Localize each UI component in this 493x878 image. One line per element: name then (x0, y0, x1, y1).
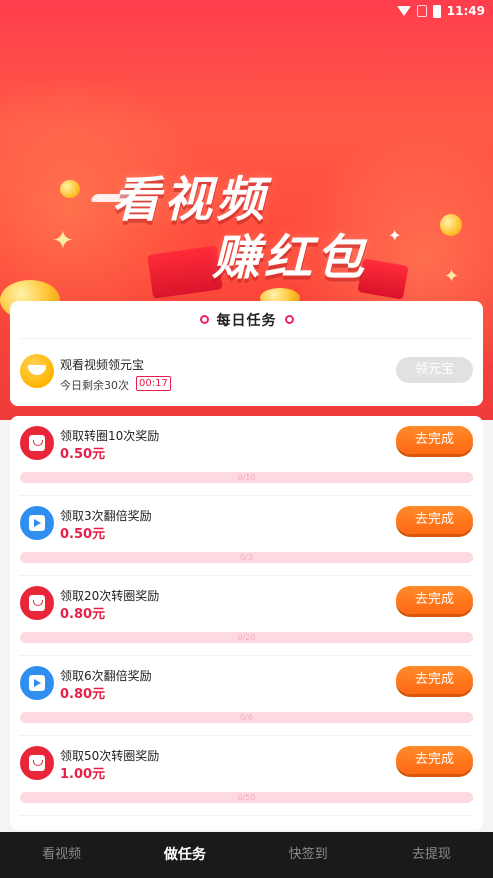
countdown-timer: 00:17 (136, 376, 171, 391)
go-complete-button[interactable]: 去完成 (396, 586, 473, 614)
daily-task-card: 每日任务 观看视频领元宝 今日剩余30次 00:17 领元宝 (10, 301, 483, 406)
wifi-icon (396, 6, 411, 16)
coin-icon (60, 180, 80, 198)
task-progress-label: 0/6 (240, 713, 253, 722)
hero-title-line2: 赚红包 (212, 230, 369, 286)
nav-tab[interactable]: 做任务 (123, 832, 246, 878)
task-progress-label: 0/10 (237, 473, 256, 482)
task-progress-bar: 0/6 (20, 712, 473, 723)
go-complete-button[interactable]: 去完成 (396, 506, 473, 534)
daily-task-title: 每日任务 (216, 312, 277, 329)
task-name: 领取转圈10次奖励 (60, 429, 160, 443)
task-progress-bar: 0/50 (20, 792, 473, 803)
task-progress-bar: 0/3 (20, 552, 473, 563)
task-item: 领取50次转圈奖励 1.00元 去完成 0/50 (20, 736, 473, 816)
task-name: 领取50次转圈奖励 (60, 749, 160, 763)
task-reward: 0.50元 (60, 527, 106, 542)
task-progress-bar: 0/10 (20, 472, 473, 483)
gold-ingot-icon (20, 354, 54, 388)
task-reward: 0.80元 (60, 687, 106, 702)
red-packet-icon (20, 426, 54, 460)
dot-icon (284, 315, 294, 324)
task-reward: 0.50元 (60, 447, 106, 462)
go-complete-button[interactable]: 去完成 (396, 746, 473, 774)
bottom-nav: 看视频 做任务 快签到 去提现 (0, 832, 493, 878)
daily-task-name: 观看视频领元宝 (60, 358, 145, 372)
dot-icon (199, 315, 209, 324)
task-list: 领取转圈10次奖励 0.50元 去完成 0/10 领取3次翻倍奖励 0.50元 去完成 0/3… (10, 416, 483, 830)
task-name: 领取20次转圈奖励 (60, 589, 160, 603)
coin-icon (440, 214, 462, 236)
nav-tab[interactable]: 去提现 (370, 832, 493, 878)
sparkle-icon: ✦ (388, 226, 402, 245)
task-reward: 0.80元 (60, 607, 106, 622)
task-reward: 1.00元 (60, 767, 106, 782)
task-item: 领取6次翻倍奖励 0.80元 去完成 0/6 (20, 656, 473, 736)
task-progress-label: 0/3 (240, 553, 253, 562)
daily-task-row: 观看视频领元宝 今日剩余30次 00:17 领元宝 (10, 339, 483, 405)
task-item: 领取3次翻倍奖励 0.50元 去完成 0/3 (20, 496, 473, 576)
red-packet-icon (20, 746, 54, 780)
task-item: 领取20次转圈奖励 0.80元 去完成 0/20 (20, 576, 473, 656)
battery-icon (432, 4, 441, 18)
status-bar: 11:49 (396, 2, 485, 20)
task-progress-bar: 0/20 (20, 632, 473, 643)
video-play-icon (20, 666, 54, 700)
go-complete-button[interactable]: 去完成 (396, 426, 473, 454)
task-name: 领取3次翻倍奖励 (60, 509, 152, 523)
red-packet-icon (20, 586, 54, 620)
nav-tab[interactable]: 快签到 (247, 832, 370, 878)
video-play-icon (20, 506, 54, 540)
sparkle-icon: ✦ (444, 266, 460, 287)
task-progress-label: 0/50 (237, 793, 256, 802)
task-name: 领取6次翻倍奖励 (60, 669, 152, 683)
task-item: 领取转圈10次奖励 0.50元 去完成 0/10 (20, 416, 473, 496)
no-sim-icon (416, 5, 427, 17)
task-progress-label: 0/20 (237, 633, 256, 642)
claim-ingot-button[interactable]: 领元宝 (396, 357, 473, 383)
nav-tab[interactable]: 看视频 (0, 832, 123, 878)
daily-remaining: 今日剩余30次 (60, 379, 129, 392)
sparkle-icon: ✦ (52, 226, 74, 256)
status-time: 11:49 (446, 4, 485, 18)
daily-task-header: 每日任务 (20, 301, 473, 339)
go-complete-button[interactable]: 去完成 (396, 666, 473, 694)
